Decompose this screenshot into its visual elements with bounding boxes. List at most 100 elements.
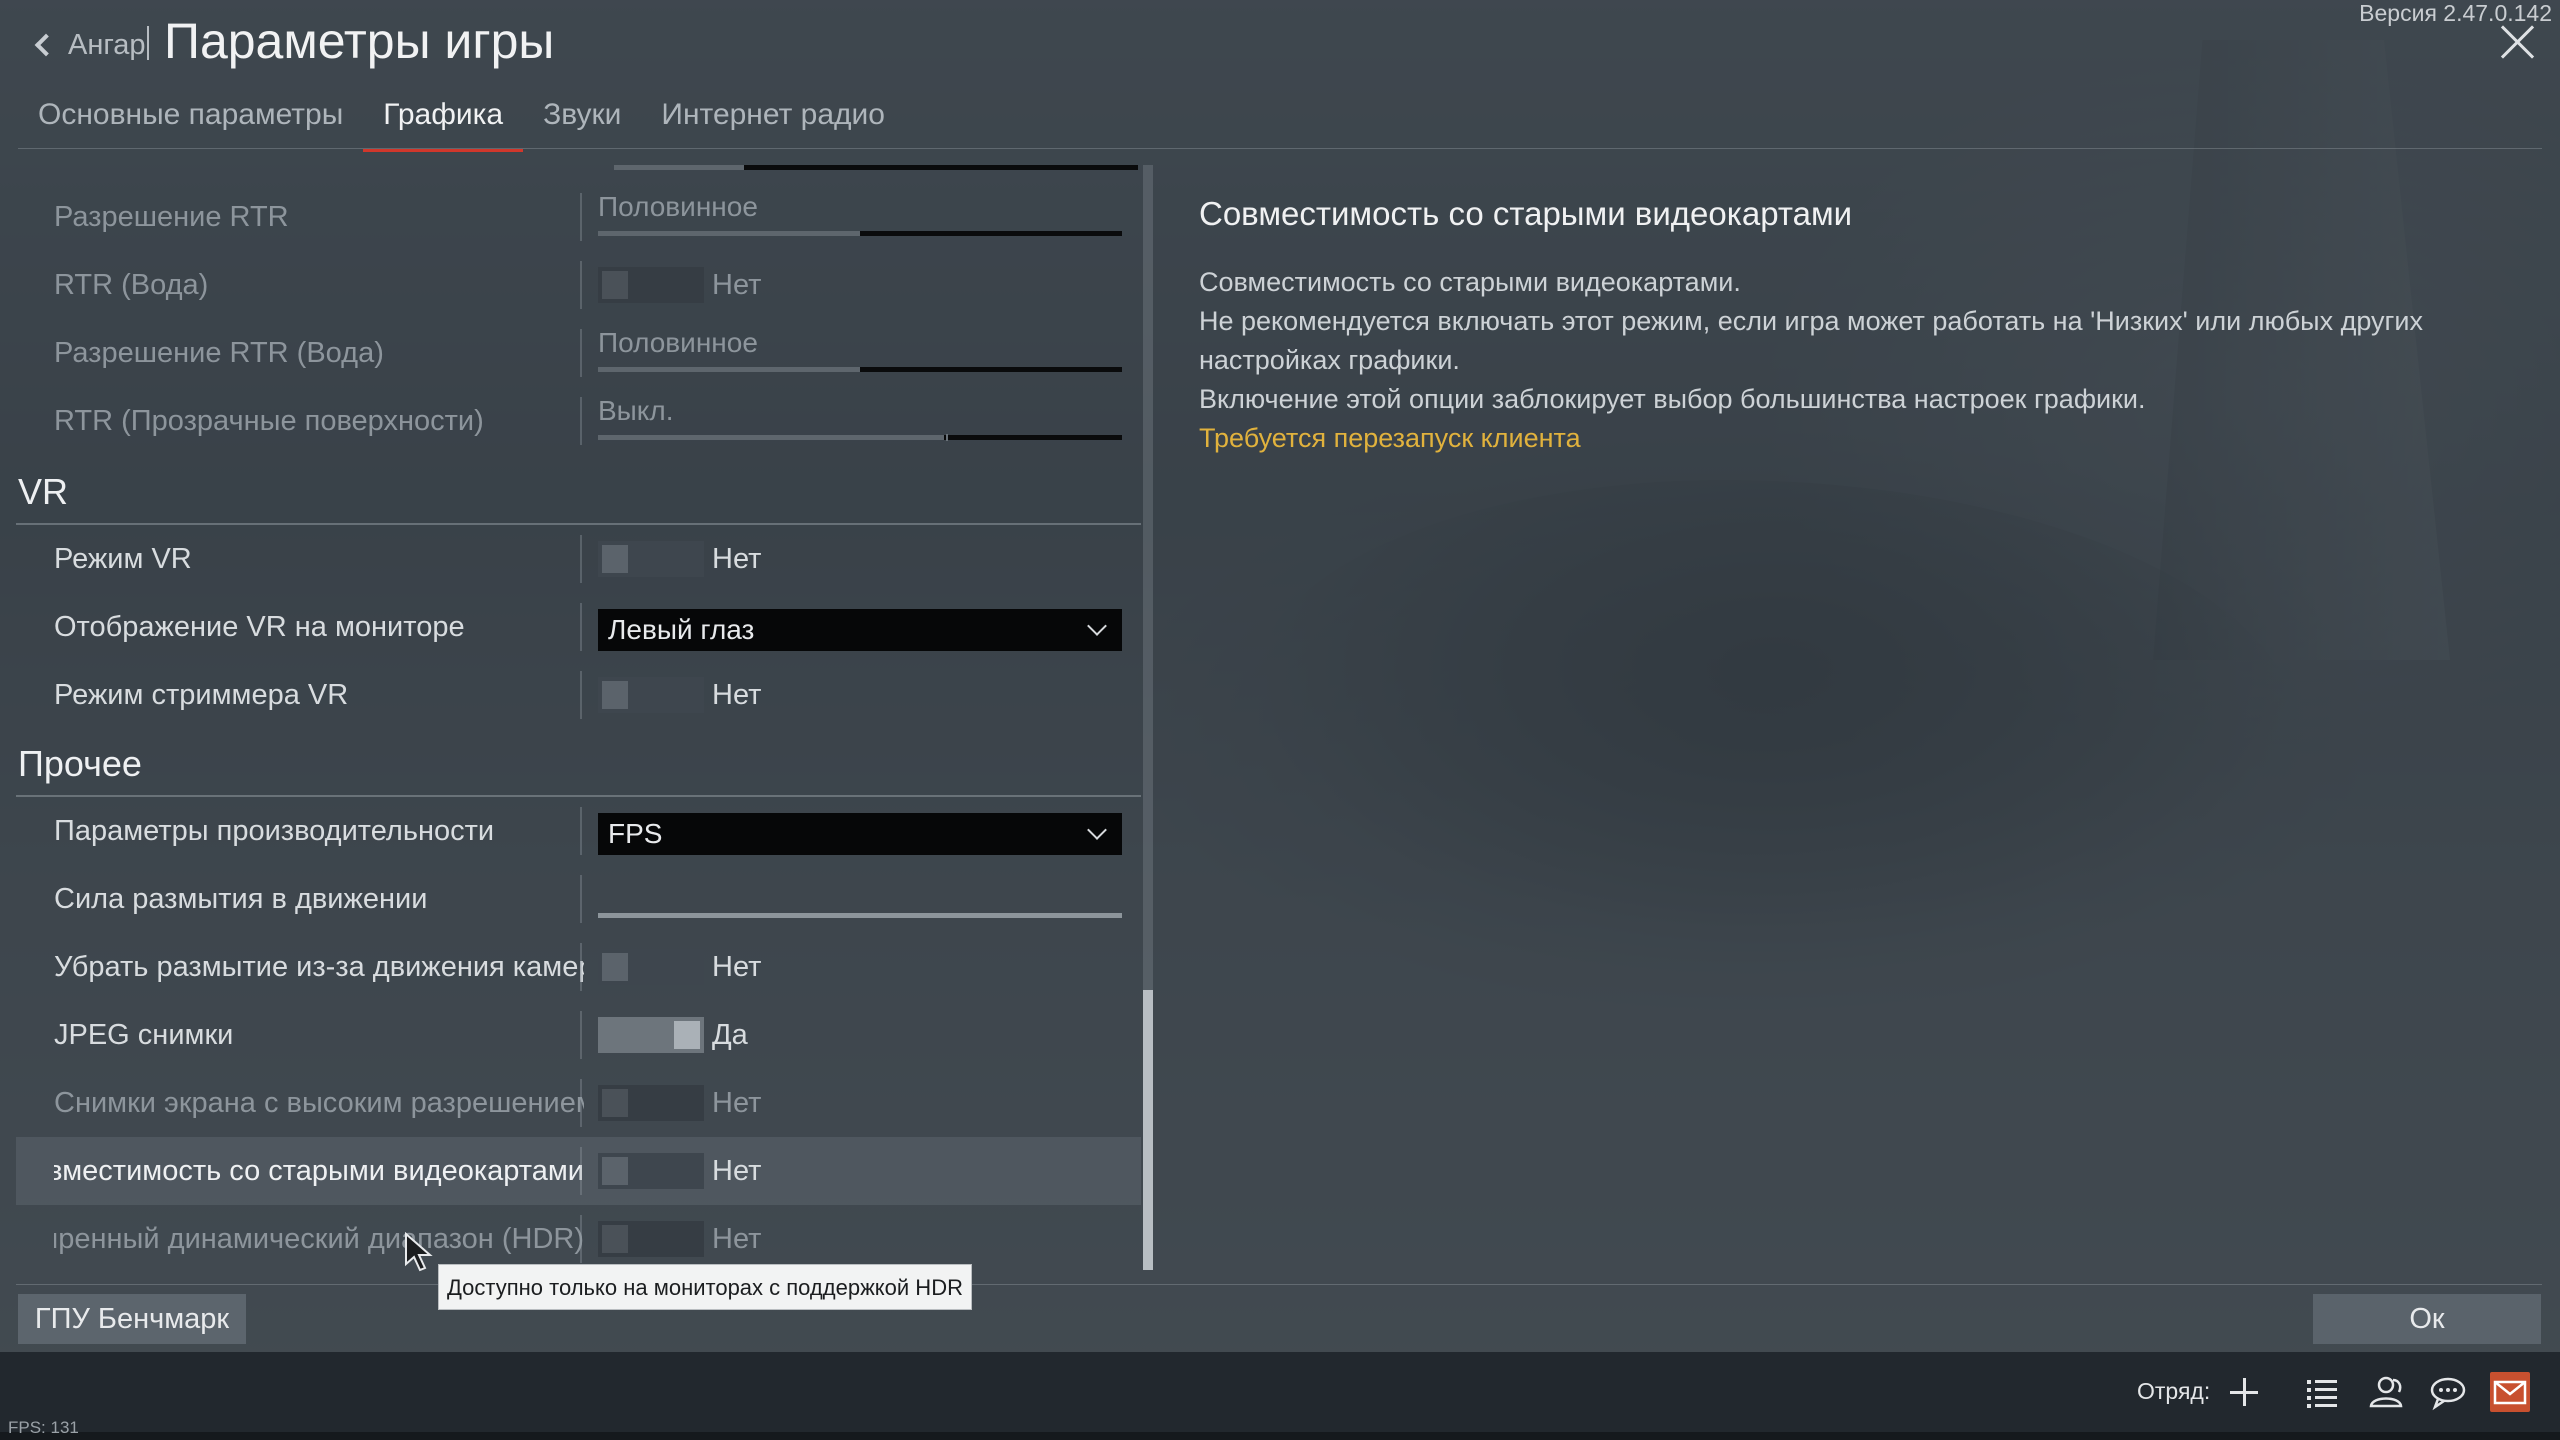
gpu-benchmark-button[interactable]: ГПУ Бенчмарк: [18, 1294, 246, 1344]
tabs-divider: [18, 148, 2542, 149]
section-title: Прочее: [18, 743, 142, 784]
vr-monitor-dropdown[interactable]: Левый глаз: [598, 609, 1122, 651]
settings-tabs: Основные параметры Графика Звуки Интерне…: [18, 92, 905, 152]
toggle-value: Нет: [712, 269, 762, 301]
rtr-water-resolution-slider[interactable]: [598, 367, 1122, 372]
setting-jpeg: JPEG снимки Да: [16, 1001, 1141, 1069]
camera-blur-toggle[interactable]: [598, 949, 704, 985]
compat-toggle[interactable]: [598, 1153, 704, 1189]
performance-dropdown[interactable]: FPS: [598, 813, 1122, 855]
toggle-value: Нет: [712, 1223, 762, 1255]
chevron-down-icon: [1087, 616, 1107, 636]
divider: [580, 807, 582, 855]
tab-sounds[interactable]: Звуки: [523, 92, 641, 152]
back-to-hangar-button[interactable]: Ангар: [30, 22, 146, 68]
footer-strip: [0, 1432, 2560, 1440]
toggle-knob: [602, 545, 628, 573]
divider: [580, 671, 582, 719]
description-line: Включение этой опции заблокирует выбор б…: [1199, 384, 2146, 414]
jpeg-toggle[interactable]: [598, 1017, 704, 1053]
setting-vr-monitor: Отображение VR на мониторе Левый глаз: [16, 593, 1141, 661]
mail-icon: [2493, 1380, 2527, 1405]
back-label: Ангар: [68, 28, 146, 61]
toggle-knob: [602, 1225, 628, 1253]
actions-divider: [16, 1284, 2542, 1285]
divider: [580, 261, 582, 309]
divider: [580, 1079, 582, 1127]
divider: [580, 535, 582, 583]
dropdown-value: Левый глаз: [608, 614, 755, 645]
setting-compat[interactable]: Совместимость со старыми видеокартами * …: [16, 1137, 1141, 1205]
tab-general[interactable]: Основные параметры: [18, 92, 363, 152]
header: Ангар Параметры игры Версия 2.47.0.142 О…: [0, 0, 2560, 160]
divider: [580, 397, 582, 445]
setting-label: Сила размытия в движении: [54, 883, 428, 915]
slider-value: Выкл.: [598, 395, 674, 426]
setting-label: Режим стриммера VR: [54, 679, 349, 711]
toggle-value: Да: [712, 1019, 748, 1051]
setting-label: JPEG снимки: [54, 1019, 234, 1051]
fps-counter: FPS: 131: [8, 1418, 79, 1437]
setting-rtr-resolution: Разрешение RTR Половинное: [16, 183, 1141, 251]
list-icon[interactable]: [2302, 1372, 2342, 1412]
setting-label: Отображение VR на мониторе: [54, 611, 465, 643]
setting-label: Разрешение RTR (Вода): [54, 337, 384, 369]
rtr-water-toggle[interactable]: [598, 267, 704, 303]
setting-label: Режим VR: [54, 543, 192, 575]
description-line: Не рекомендуется включать этот режим, ес…: [1199, 306, 2423, 336]
setting-hdr: Расширенный динамический диапазон (HDR) …: [16, 1205, 1141, 1270]
toggle-knob: [602, 681, 628, 709]
hdr-tooltip: Доступно только на мониторах с поддержко…: [438, 1264, 972, 1310]
ok-button[interactable]: Ок: [2313, 1294, 2541, 1344]
partial-slider-top: [614, 165, 1138, 171]
slider-value: Половинное: [598, 191, 758, 222]
setting-hires-screens: Снимки экрана с высоким разрешением Нет: [16, 1069, 1141, 1137]
divider: [580, 875, 582, 923]
mouse-cursor-icon: [405, 1232, 433, 1272]
setting-label: RTR (Вода): [54, 269, 209, 301]
toggle-value: Нет: [712, 1087, 762, 1119]
setting-rtr-transparent: RTR (Прозрачные поверхности) Выкл.: [16, 387, 1141, 455]
vr-streamer-toggle[interactable]: [598, 677, 704, 713]
tab-graphics[interactable]: Графика: [363, 92, 523, 152]
divider: [580, 329, 582, 377]
page-title: Параметры игры: [164, 13, 555, 69]
toggle-value: Нет: [712, 951, 762, 983]
chat-icon[interactable]: [2428, 1372, 2468, 1412]
slider-value: Половинное: [598, 327, 758, 358]
divider: [580, 943, 582, 991]
setting-label: Совместимость со старыми видеокартами *: [54, 1155, 584, 1187]
contacts-icon[interactable]: [2366, 1372, 2406, 1412]
slider-fill: [860, 367, 1122, 372]
tab-internet-radio[interactable]: Интернет радио: [641, 92, 905, 152]
version-label: Версия 2.47.0.142: [2359, 0, 2552, 26]
mail-button[interactable]: [2490, 1372, 2530, 1412]
rtr-transparent-slider[interactable]: [598, 434, 1122, 441]
setting-rtr-water: RTR (Вода) Нет: [16, 251, 1141, 319]
description-line: настройках графики.: [1199, 345, 1460, 375]
close-icon[interactable]: [2500, 24, 2536, 60]
hdr-toggle[interactable]: [598, 1221, 704, 1257]
slider-fill: [860, 231, 1122, 236]
rtr-resolution-slider[interactable]: [598, 231, 1122, 236]
motion-blur-slider[interactable]: [598, 913, 1122, 918]
hires-screens-toggle[interactable]: [598, 1085, 704, 1121]
setting-rtr-water-resolution: Разрешение RTR (Вода) Половинное: [16, 319, 1141, 387]
setting-label: Параметры производительности: [54, 815, 495, 847]
slider-fill: [943, 435, 1122, 440]
divider: [580, 1147, 582, 1195]
title-separator: [147, 26, 149, 60]
toggle-knob: [602, 271, 628, 299]
setting-label: Расширенный динамический диапазон (HDR): [54, 1223, 584, 1255]
plus-icon[interactable]: [2224, 1372, 2264, 1412]
toggle-knob: [602, 1089, 628, 1117]
toggle-value: Нет: [712, 1155, 762, 1187]
slider-tick: [946, 434, 948, 441]
setting-performance: Параметры производительности FPS: [16, 797, 1141, 865]
setting-vr-streamer: Режим стриммера VR Нет: [16, 661, 1141, 729]
setting-label: Разрешение RTR: [54, 201, 289, 233]
divider: [580, 1215, 582, 1263]
vr-mode-toggle[interactable]: [598, 541, 704, 577]
settings-scrollbar-thumb[interactable]: [1143, 990, 1153, 1270]
setting-motion-blur: Сила размытия в движении: [16, 865, 1141, 933]
